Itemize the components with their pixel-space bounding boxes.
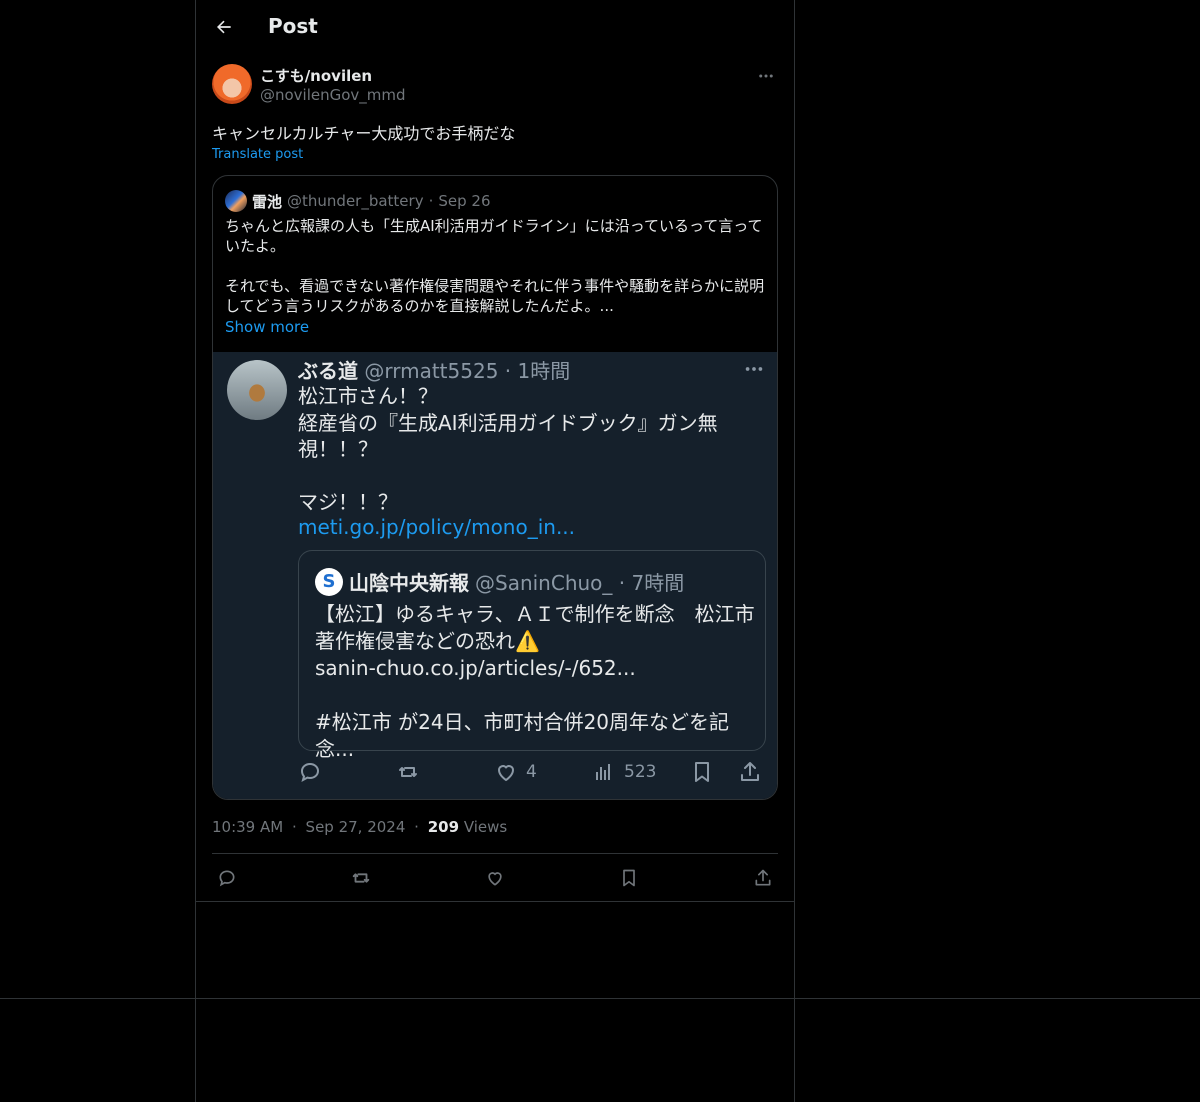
quote-separator: · — [428, 192, 434, 210]
inner-quote-author-handle: @SaninChuo_ · 7時間 — [475, 571, 685, 595]
screenshot-like: 4 — [494, 760, 537, 784]
author-handle[interactable]: @novilenGov_mmd — [260, 86, 406, 104]
more-horizontal-icon — [757, 67, 775, 85]
analytics-icon — [592, 760, 616, 784]
quote-author-name: 雷池 — [252, 192, 283, 211]
main-column: Post こすも/novilen @novilenGov_mmd キャンセルカル… — [195, 0, 795, 1102]
inner-quote-author-name: 山陰中央新報 — [349, 571, 469, 595]
inner-quote-text: 【松江】ゆるキャラ、ＡＩで制作を断念 松江市 著作権侵害などの恐れ⚠️ sani… — [315, 602, 755, 761]
arrow-left-icon — [214, 17, 234, 37]
screenshot-avatar — [227, 360, 287, 420]
screenshot-views: 523 — [592, 760, 656, 784]
attached-screenshot[interactable]: ぶる道 @rrmatt5525 · 1時間 松江市さん！？ 経産省の『生成AI利… — [213, 352, 777, 799]
quoted-post-header: 雷池 @thunder_battery · Sep 26 — [225, 190, 491, 212]
screenshot-like-count: 4 — [526, 762, 537, 782]
repost-icon — [350, 867, 372, 889]
views-count: 209 — [427, 818, 460, 836]
screenshot-link: meti.go.jp/policy/mono_in... — [298, 515, 576, 539]
reply-icon — [298, 760, 322, 784]
post-time[interactable]: 10:39 AM — [212, 818, 283, 836]
author-name[interactable]: こすも/novilen — [260, 65, 372, 86]
inner-quote-logo: S — [315, 567, 343, 596]
screenshot-inner-quote: S 山陰中央新報 @SaninChuo_ · 7時間 【松江】ゆるキャラ、ＡＩで… — [298, 550, 766, 761]
post-meta: 10:39 AM · Sep 27, 2024 · 209 Views — [212, 818, 507, 836]
page-title: Post — [268, 14, 318, 38]
meta-separator: · — [414, 818, 419, 836]
reply-button[interactable] — [215, 866, 239, 890]
share-button[interactable] — [751, 866, 775, 890]
back-button[interactable] — [210, 13, 238, 41]
screenshot-header: ぶる道 @rrmatt5525 · 1時間 — [298, 355, 570, 384]
screenshot-view-count: 523 — [624, 762, 657, 782]
meta-separator: · — [291, 818, 297, 836]
share-icon — [738, 760, 762, 784]
share-icon — [753, 868, 773, 888]
post-text: キャンセルカルチャー大成功でお手柄だな — [212, 124, 516, 143]
bookmark-icon — [690, 760, 714, 784]
quote-avatar — [225, 190, 247, 212]
screenshot-text: 松江市さん！？ 経産省の『生成AI利活用ガイドブック』ガン無 視！！？ マジ！！… — [298, 384, 718, 514]
inner-quote-header: S 山陰中央新報 @SaninChuo_ · 7時間 — [315, 567, 684, 596]
show-more-link[interactable]: Show more — [225, 318, 309, 336]
quote-author-handle: @thunder_battery — [287, 192, 424, 210]
heart-icon — [494, 760, 518, 784]
quote-date: Sep 26 — [438, 192, 491, 210]
translate-post-link[interactable]: Translate post — [212, 147, 303, 162]
quoted-post[interactable]: 雷池 @thunder_battery · Sep 26 ちゃんと広報課の人も「… — [212, 175, 778, 800]
screenshot-author-handle: @rrmatt5525 · 1時間 — [364, 359, 571, 383]
like-button[interactable] — [483, 866, 507, 890]
more-horizontal-icon — [743, 358, 765, 380]
screenshot-author-name: ぶる道 — [298, 359, 358, 383]
more-button[interactable] — [754, 64, 778, 88]
quote-text: ちゃんと広報課の人も「生成AI利活用ガイドライン」には沿っているって言っていたよ… — [225, 217, 765, 315]
repost-button[interactable] — [349, 866, 373, 890]
screenshot-actions: 4 523 — [298, 760, 768, 788]
views-label: Views — [463, 818, 508, 836]
reply-icon — [217, 868, 237, 888]
post-date[interactable]: Sep 27, 2024 — [306, 818, 406, 836]
post-author: こすも/novilen @novilenGov_mmd — [212, 64, 778, 106]
avatar[interactable] — [212, 64, 252, 104]
page-header: Post — [196, 0, 794, 55]
post-actions — [212, 853, 778, 901]
post-divider — [196, 901, 794, 902]
repost-icon — [396, 760, 420, 784]
bookmark-icon — [619, 868, 639, 888]
heart-icon — [485, 868, 505, 888]
bookmark-button[interactable] — [617, 866, 641, 890]
